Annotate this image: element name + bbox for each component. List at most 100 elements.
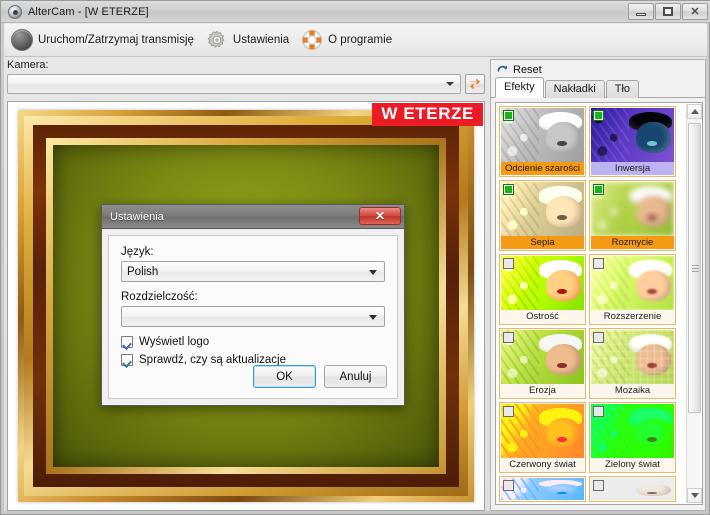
- effect-checkbox[interactable]: [593, 258, 604, 269]
- dialog-body: Język: Polish Rozdzielczość: Wyświetl lo…: [108, 235, 398, 399]
- lifebuoy-icon: [301, 29, 323, 51]
- scrollbar-thumb[interactable]: [688, 123, 701, 413]
- effect-label: Mozaika: [614, 385, 651, 396]
- check-updates-checkbox[interactable]: [121, 354, 133, 366]
- effect-checkbox[interactable]: [593, 184, 604, 195]
- effect-thumbnail: [591, 330, 674, 384]
- effect-checkbox[interactable]: [593, 332, 604, 343]
- effect-checkbox[interactable]: [503, 184, 514, 195]
- show-logo-label: Wyświetl logo: [139, 336, 210, 348]
- effect-card[interactable]: [589, 476, 676, 502]
- dialog-title-bar: Ustawienia ✕: [102, 205, 404, 229]
- camera-select[interactable]: [7, 74, 461, 94]
- chevron-down-icon: [369, 269, 377, 275]
- effect-label: Inwersja: [591, 162, 674, 175]
- language-label: Język:: [121, 246, 154, 258]
- minimize-icon: [636, 12, 646, 16]
- power-button-icon: [11, 29, 33, 51]
- effect-label: Erozja: [529, 385, 556, 396]
- effect-card[interactable]: Zielony świat: [589, 402, 676, 473]
- effect-card[interactable]: Erozja: [499, 328, 586, 399]
- scroll-down-button[interactable]: [687, 488, 702, 503]
- scroll-down-icon: [690, 493, 699, 498]
- on-air-badge: W ETERZE: [372, 103, 483, 126]
- effect-thumbnail: [591, 256, 674, 310]
- tab-nakladki[interactable]: Nakładki: [544, 80, 605, 98]
- toolbar-item-settings[interactable]: Ustawienia: [200, 25, 295, 55]
- camera-select-wrapper: [7, 74, 461, 94]
- close-button[interactable]: ✕: [682, 3, 708, 20]
- effect-checkbox[interactable]: [593, 480, 604, 491]
- effect-thumbnail: [501, 182, 584, 236]
- effect-card[interactable]: Inwersja: [589, 106, 676, 177]
- effect-thumbnail: [591, 478, 674, 500]
- toolbar-item-label: Ustawienia: [232, 34, 290, 46]
- effect-thumbnail: [501, 256, 584, 310]
- effect-thumbnail: [501, 108, 584, 162]
- tab-efekty[interactable]: Efekty: [495, 77, 544, 98]
- effect-label: Zielony świat: [605, 459, 660, 470]
- effect-checkbox[interactable]: [593, 406, 604, 417]
- show-logo-checkbox[interactable]: [121, 336, 133, 348]
- effect-thumbnail: [591, 404, 674, 458]
- effects-list: Odcienie szarości Inwersja Sepia Rozmyci…: [495, 102, 703, 505]
- effect-thumbnail: [591, 182, 674, 236]
- dialog-buttons: OK Anuluj: [253, 365, 387, 388]
- effect-label: Rozszerzenie: [603, 311, 662, 322]
- resolution-select[interactable]: [121, 306, 385, 327]
- effect-label: Czerwony świat: [509, 459, 576, 470]
- camera-row: [7, 74, 485, 94]
- effect-checkbox[interactable]: [593, 110, 604, 121]
- effect-checkbox[interactable]: [503, 332, 514, 343]
- effect-checkbox[interactable]: [503, 110, 514, 121]
- effect-label: Ostrość: [526, 311, 559, 322]
- effect-checkbox[interactable]: [503, 258, 514, 269]
- effect-thumbnail: [501, 404, 584, 458]
- effects-grid: Odcienie szarości Inwersja Sepia Rozmyci…: [499, 106, 681, 502]
- cancel-button[interactable]: Anuluj: [324, 365, 387, 388]
- effect-card[interactable]: [499, 476, 586, 502]
- toolbar-item-start-stop[interactable]: Uruchom/Zatrzymaj transmisję: [5, 25, 200, 55]
- effect-thumbnail: [591, 108, 674, 162]
- reset-arrow-icon: [497, 65, 508, 72]
- chevron-down-icon: [369, 314, 377, 320]
- close-icon: ✕: [690, 5, 700, 18]
- effect-label: Odcienie szarości: [501, 162, 584, 175]
- effect-card[interactable]: Sepia: [499, 180, 586, 251]
- toolbar-item-label: O programie: [328, 34, 393, 46]
- dialog-title: Ustawienia: [110, 210, 164, 223]
- refresh-cameras-button[interactable]: [465, 74, 485, 94]
- app-icon: [8, 4, 22, 19]
- toolbar: Uruchom/Zatrzymaj transmisję Ustawienia: [5, 24, 707, 57]
- scrollbar-grip-icon: [692, 265, 699, 272]
- effect-card[interactable]: Rozszerzenie: [589, 254, 676, 325]
- effect-checkbox[interactable]: [503, 406, 514, 417]
- effect-thumbnail: [501, 478, 584, 500]
- right-pane: Reset Efekty Nakładki Tło Odcienie szaro…: [490, 59, 706, 511]
- effect-card[interactable]: Mozaika: [589, 328, 676, 399]
- toolbar-item-label: Uruchom/Zatrzymaj transmisję: [38, 34, 194, 46]
- maximize-icon: [663, 7, 673, 16]
- minimize-button[interactable]: [628, 3, 654, 20]
- language-select[interactable]: Polish: [121, 261, 385, 282]
- toolbar-item-about[interactable]: O programie: [295, 25, 398, 55]
- scroll-up-icon: [690, 109, 699, 114]
- ok-button[interactable]: OK: [253, 365, 316, 388]
- dialog-close-button[interactable]: ✕: [359, 207, 401, 225]
- effects-scrollbar[interactable]: [686, 104, 702, 503]
- refresh-icon: [469, 79, 481, 89]
- effect-checkbox[interactable]: [503, 480, 514, 491]
- effect-label: Sepia: [501, 236, 584, 249]
- window-title: AlterCam - [W ETERZE]: [28, 5, 149, 18]
- effect-card[interactable]: Ostrość: [499, 254, 586, 325]
- language-select-value: Polish: [127, 265, 159, 278]
- camera-label: Kamera:: [7, 59, 49, 71]
- maximize-button[interactable]: [655, 3, 681, 20]
- scroll-up-button[interactable]: [687, 104, 702, 119]
- effect-card[interactable]: Odcienie szarości: [499, 106, 586, 177]
- tab-tlo[interactable]: Tło: [605, 80, 640, 98]
- show-logo-row[interactable]: Wyświetl logo: [121, 336, 385, 348]
- effect-card[interactable]: Czerwony świat: [499, 402, 586, 473]
- effect-card[interactable]: Rozmycie: [589, 180, 676, 251]
- gear-icon: [206, 29, 228, 51]
